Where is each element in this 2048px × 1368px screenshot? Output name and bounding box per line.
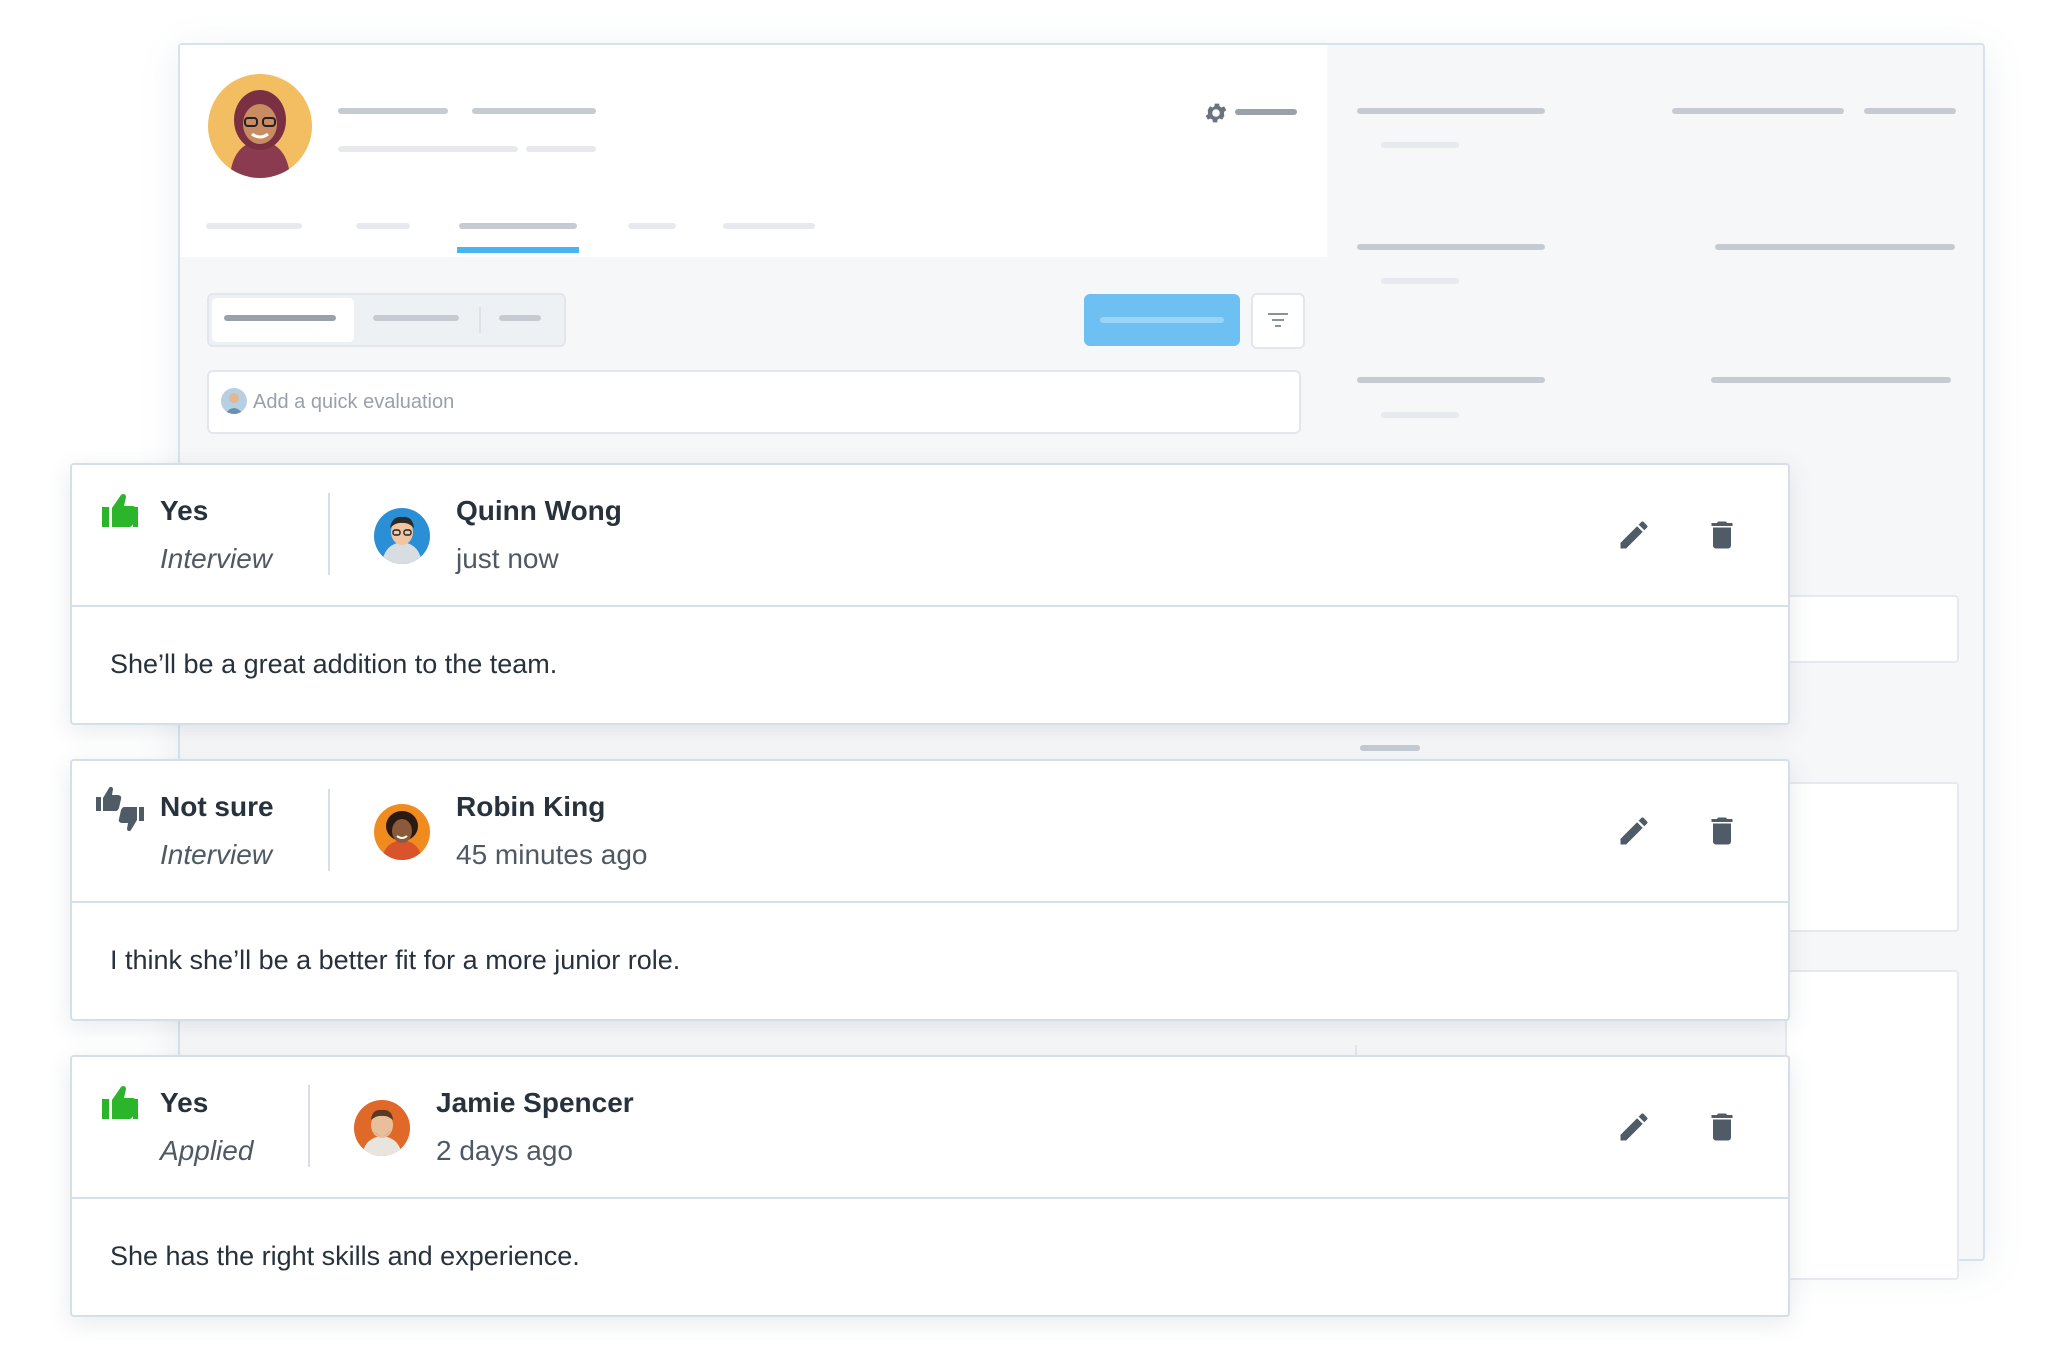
author-avatar <box>374 804 430 860</box>
detail-value-placeholder-1 <box>1381 142 1459 148</box>
placeholder-name <box>338 108 448 114</box>
stage-label: Interview <box>160 839 273 870</box>
add-evaluation-button[interactable] <box>1084 294 1240 346</box>
detail-label-placeholder-2 <box>1357 244 1545 250</box>
evaluation-comment: She has the right skills and experience. <box>110 1241 580 1271</box>
filter-button[interactable] <box>1251 293 1305 349</box>
pencil-icon[interactable] <box>1616 517 1652 553</box>
detail-value-placeholder-5 <box>1711 377 1951 383</box>
thumbs-up-icon <box>102 1085 138 1119</box>
tab-placeholder-1[interactable] <box>206 223 302 229</box>
timestamp: 2 days ago <box>436 1135 573 1166</box>
evaluation-header: Yes Applied Jamie Spencer 2 days ago <box>72 1057 1788 1199</box>
header-divider <box>328 493 330 575</box>
detail-box-1 <box>1785 595 1959 663</box>
gear-icon[interactable] <box>1203 100 1229 126</box>
evaluation-card: Yes Interview Quinn Wong just now She’ll… <box>70 463 1790 725</box>
button-label-placeholder <box>1100 317 1224 323</box>
quick-evaluation-field[interactable] <box>207 370 1301 434</box>
tab-placeholder-5[interactable] <box>723 223 815 229</box>
trash-icon[interactable] <box>1704 813 1740 849</box>
evaluation-card: Not sure Interview Robin King 45 minutes… <box>70 759 1790 1021</box>
detail-value-placeholder-2 <box>1381 278 1459 284</box>
stage-label: Applied <box>160 1135 254 1166</box>
segment-label-placeholder-3 <box>499 315 541 321</box>
placeholder-title <box>472 108 596 114</box>
profile-header <box>180 45 1327 257</box>
candidate-avatar <box>208 74 312 178</box>
view-toggle[interactable] <box>207 293 566 347</box>
placeholder-subtitle <box>338 146 518 152</box>
thumbs-up-icon <box>102 493 138 527</box>
trash-icon[interactable] <box>1704 517 1740 553</box>
author-name[interactable]: Robin King <box>456 791 605 823</box>
panel-resize-handle[interactable] <box>1360 745 1420 751</box>
settings-label-placeholder[interactable] <box>1235 109 1297 115</box>
stage-label: Interview <box>160 543 273 574</box>
detail-action-placeholder-1[interactable] <box>1672 108 1844 114</box>
placeholder-subtitle-2 <box>526 146 596 152</box>
detail-action-placeholder-2[interactable] <box>1864 108 1956 114</box>
detail-box-2 <box>1785 782 1959 932</box>
timestamp: 45 minutes ago <box>456 839 648 870</box>
segment-divider <box>479 307 481 333</box>
evaluation-comment: I think she’ll be a better fit for a mor… <box>110 945 681 975</box>
user-avatar <box>221 388 247 414</box>
evaluation-header: Yes Interview Quinn Wong just now <box>72 465 1788 607</box>
tab-placeholder-active[interactable] <box>459 223 577 229</box>
detail-value-placeholder-3 <box>1715 244 1955 250</box>
thumbs-up-down-icon <box>96 786 144 832</box>
verdict-label: Not sure <box>160 791 274 822</box>
segment-label-placeholder-1 <box>224 315 336 321</box>
timestamp: just now <box>456 543 559 574</box>
active-tab-indicator <box>457 247 579 253</box>
filter-icon <box>1268 313 1288 327</box>
author-avatar <box>374 508 430 564</box>
author-name[interactable]: Quinn Wong <box>456 495 622 527</box>
header-divider <box>328 789 330 871</box>
detail-label-placeholder-1 <box>1357 108 1545 114</box>
evaluation-comment: She’ll be a great addition to the team. <box>110 649 558 679</box>
header-divider <box>308 1085 310 1167</box>
detail-box-3 <box>1785 970 1959 1280</box>
author-name[interactable]: Jamie Spencer <box>436 1087 634 1119</box>
evaluation-card: Yes Applied Jamie Spencer 2 days ago She… <box>70 1055 1790 1317</box>
tab-placeholder-4[interactable] <box>628 223 676 229</box>
tab-placeholder-2[interactable] <box>356 223 410 229</box>
trash-icon[interactable] <box>1704 1109 1740 1145</box>
quick-evaluation-input[interactable] <box>251 386 1255 418</box>
verdict-label: Yes <box>160 1087 209 1118</box>
author-avatar <box>354 1100 410 1156</box>
detail-label-placeholder-3 <box>1357 377 1545 383</box>
segment-label-placeholder-2 <box>373 315 459 321</box>
pencil-icon[interactable] <box>1616 813 1652 849</box>
detail-value-placeholder-4 <box>1381 412 1459 418</box>
evaluation-header: Not sure Interview Robin King 45 minutes… <box>72 761 1788 903</box>
pencil-icon[interactable] <box>1616 1109 1652 1145</box>
verdict-label: Yes <box>160 495 209 526</box>
